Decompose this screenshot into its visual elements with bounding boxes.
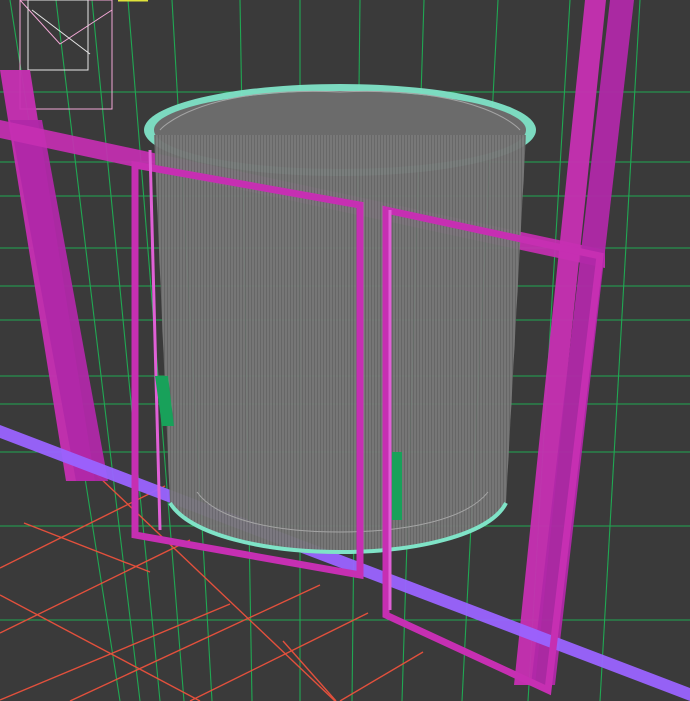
viewport-scene[interactable] [0, 0, 690, 701]
revolving-door-cylinder[interactable] [144, 84, 536, 555]
door-handle-right[interactable] [392, 452, 402, 520]
3d-viewport[interactable] [0, 0, 690, 701]
